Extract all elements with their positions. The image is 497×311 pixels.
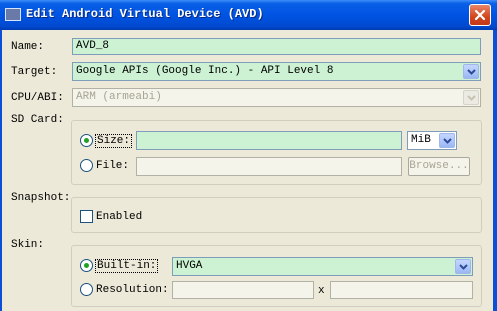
- snapshot-enabled-label: Enabled: [96, 211, 143, 223]
- skin-resolution-radio[interactable]: [80, 283, 93, 296]
- name-input-value: AVD_8: [76, 40, 110, 52]
- chevron-down-icon: [466, 68, 476, 75]
- sd-file-label: File:: [96, 160, 130, 172]
- android-window-icon: [5, 8, 21, 21]
- name-label: Name:: [11, 41, 45, 53]
- browse-button[interactable]: Browse...: [408, 157, 470, 176]
- snapshot-enabled-checkbox[interactable]: [80, 210, 93, 223]
- sd-size-input[interactable]: [136, 131, 402, 150]
- cpu-abi-select-value: ARM (armeabi): [76, 91, 162, 103]
- size-unit-dropdown-button[interactable]: [439, 133, 455, 148]
- skin-builtin-value: HVGA: [176, 260, 203, 272]
- name-input[interactable]: AVD_8: [72, 38, 481, 55]
- close-button[interactable]: [469, 4, 491, 26]
- skin-label: Skin:: [11, 239, 45, 251]
- target-select[interactable]: Google APIs (Google Inc.) - API Level 8: [72, 62, 481, 81]
- target-label: Target:: [11, 66, 58, 78]
- target-select-value: Google APIs (Google Inc.) - API Level 8: [76, 65, 334, 77]
- close-icon: [474, 9, 486, 21]
- window-title: Edit Android Virtual Device (AVD): [26, 7, 264, 21]
- snapshot-label: Snapshot:: [11, 192, 71, 204]
- sd-size-label: Size:: [95, 134, 133, 148]
- sd-size-unit-value: MiB: [411, 134, 431, 146]
- cpu-abi-select: ARM (armeabi): [72, 88, 481, 107]
- sd-file-radio[interactable]: [80, 159, 93, 172]
- skin-builtin-radio[interactable]: [80, 259, 93, 272]
- sd-size-unit-select[interactable]: MiB: [407, 131, 457, 150]
- resolution-height-input[interactable]: [330, 281, 473, 299]
- sd-card-label: SD Card:: [11, 114, 64, 126]
- target-dropdown-button[interactable]: [463, 64, 479, 79]
- cpu-abi-label: CPU/ABI:: [11, 92, 64, 104]
- resolution-separator: x: [318, 285, 325, 297]
- cpu-abi-dropdown-button: [463, 90, 479, 105]
- chevron-down-icon: [466, 94, 476, 101]
- window-frame-left: [0, 30, 2, 311]
- skin-builtin-label: Built-in:: [95, 259, 159, 273]
- chevron-down-icon: [458, 263, 468, 270]
- sd-size-radio[interactable]: [80, 134, 93, 147]
- skin-resolution-label: Resolution:: [96, 284, 169, 296]
- skin-dropdown-button[interactable]: [455, 259, 471, 274]
- sd-file-input[interactable]: [136, 157, 402, 176]
- skin-builtin-select[interactable]: HVGA: [172, 257, 473, 276]
- chevron-down-icon: [442, 137, 452, 144]
- window-frame-right: [493, 30, 497, 311]
- resolution-width-input[interactable]: [172, 281, 314, 299]
